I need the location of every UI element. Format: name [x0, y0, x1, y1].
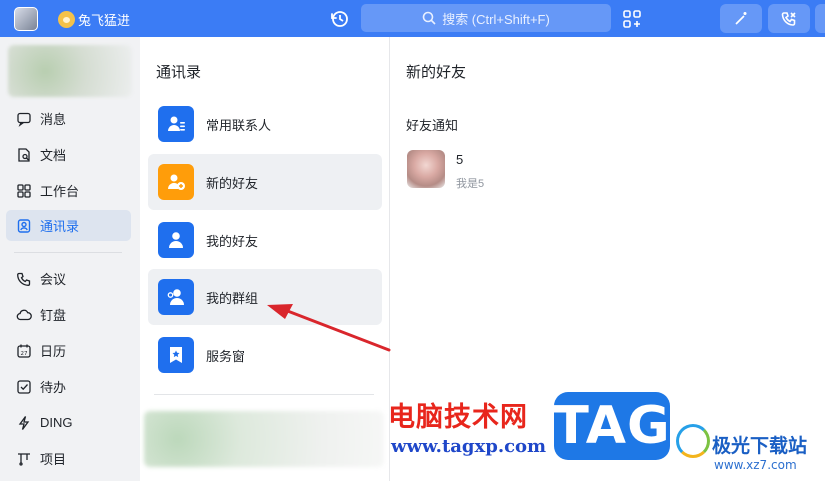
watermark-site-logo-icon [676, 424, 710, 458]
contacts-panel: 通讯录 常用联系人 新的好友 我的好友 我的群组 服务窗 [140, 37, 390, 481]
search-placeholder: 搜索 (Ctrl+Shift+F) [442, 11, 550, 27]
contact-item-frequent[interactable]: 常用联系人 [148, 96, 382, 152]
sidebar-item-label: 钉盘 [40, 308, 67, 323]
sidebar-item-project[interactable]: 项目 [6, 443, 131, 474]
sidebar-item-label: 文档 [40, 148, 67, 163]
watermark-tag-logo: TAG [553, 392, 670, 460]
service-window-icon [158, 337, 194, 373]
my-groups-icon [158, 279, 194, 315]
contact-item-label: 我的好友 [206, 233, 259, 249]
watermark-url: www.tagxp.com [391, 436, 547, 457]
sidebar-item-label: 通讯录 [40, 219, 80, 234]
avatar[interactable] [407, 150, 445, 188]
contacts-icon [17, 218, 31, 233]
user-avatar[interactable] [14, 7, 38, 31]
history-icon[interactable] [329, 8, 351, 30]
sidebar-divider [14, 252, 122, 253]
sidebar-item-label: 日历 [40, 344, 67, 359]
search-input[interactable]: 搜索 (Ctrl+Shift+F) [361, 4, 611, 32]
org-logo-icon [58, 10, 75, 28]
contacts-divider [154, 394, 374, 395]
call-button[interactable] [768, 4, 810, 33]
workbench-icon [17, 183, 31, 198]
org-name: 兔飞猛进 [78, 12, 131, 28]
watermark-cn-text: 电脑技术网 [388, 402, 528, 433]
phone-icon [781, 11, 796, 26]
sidebar-item-messages[interactable]: 消息 [6, 103, 131, 134]
contact-item-label: 新的好友 [206, 175, 259, 191]
magic-wand-button[interactable] [720, 4, 762, 33]
contact-item-new-friend[interactable]: 新的好友 [148, 154, 382, 210]
apps-grid-icon[interactable] [621, 8, 643, 30]
meeting-icon [17, 272, 31, 286]
org-switcher[interactable]: 兔飞猛进 [58, 9, 130, 29]
sidebar-item-label: 会议 [40, 272, 67, 287]
message-icon [17, 112, 31, 127]
sidebar-item-cloud-drive[interactable]: 钉盘 [6, 299, 131, 330]
search-icon [422, 11, 436, 25]
ding-icon [18, 415, 30, 430]
watermark-site-url: www.xz7.com [714, 458, 797, 472]
sidebar-item-ding[interactable]: DING [6, 407, 131, 438]
contacts-title: 通讯录 [156, 64, 202, 81]
watermark-site-name: 极光下载站 [712, 435, 808, 457]
sidebar-item-contacts[interactable]: 通讯录 [6, 210, 131, 241]
sidebar-item-label: 项目 [40, 452, 67, 467]
sidebar-item-todo[interactable]: 待办 [6, 371, 131, 402]
document-icon [18, 147, 30, 162]
organization-item[interactable] [144, 411, 384, 467]
panel-title: 新的好友 [406, 64, 467, 81]
todo-icon [17, 379, 31, 394]
sidebar-item-label: DING [40, 415, 73, 430]
my-friends-icon [158, 222, 194, 258]
magic-wand-icon [735, 11, 747, 25]
new-friend-icon [158, 164, 194, 200]
project-icon [18, 452, 30, 466]
sidebar: 消息 文档 工作台 通讯录 会议 钉盘 27 日历 待办 DING 项目 [0, 37, 140, 481]
sidebar-item-documents[interactable]: 文档 [6, 139, 131, 170]
profile-card[interactable] [8, 45, 132, 97]
contact-item-my-friends[interactable]: 我的好友 [148, 212, 382, 268]
title-bar: 兔飞猛进 搜索 (Ctrl+Shift+F) [0, 0, 825, 37]
friend-request-message: 我是5 [456, 178, 485, 190]
svg-text:27: 27 [21, 351, 28, 357]
more-button[interactable] [815, 4, 825, 33]
contact-item-label: 常用联系人 [206, 117, 272, 133]
contact-item-label: 我的群组 [206, 290, 259, 306]
friend-request-name[interactable]: 5 [456, 152, 463, 167]
cloud-drive-icon [16, 309, 32, 320]
frequent-contacts-icon [158, 106, 194, 142]
annotation-arrow-icon [267, 304, 391, 352]
sidebar-item-label: 消息 [40, 112, 67, 127]
sidebar-item-calendar[interactable]: 27 日历 [6, 335, 131, 366]
sidebar-item-label: 工作台 [40, 184, 80, 199]
calendar-icon: 27 [17, 344, 31, 358]
sidebar-item-workbench[interactable]: 工作台 [6, 175, 131, 206]
sidebar-item-meeting[interactable]: 会议 [6, 263, 131, 294]
friend-notice-label: 好友通知 [406, 118, 459, 133]
contact-item-label: 服务窗 [206, 348, 246, 364]
sidebar-item-label: 待办 [40, 380, 67, 395]
